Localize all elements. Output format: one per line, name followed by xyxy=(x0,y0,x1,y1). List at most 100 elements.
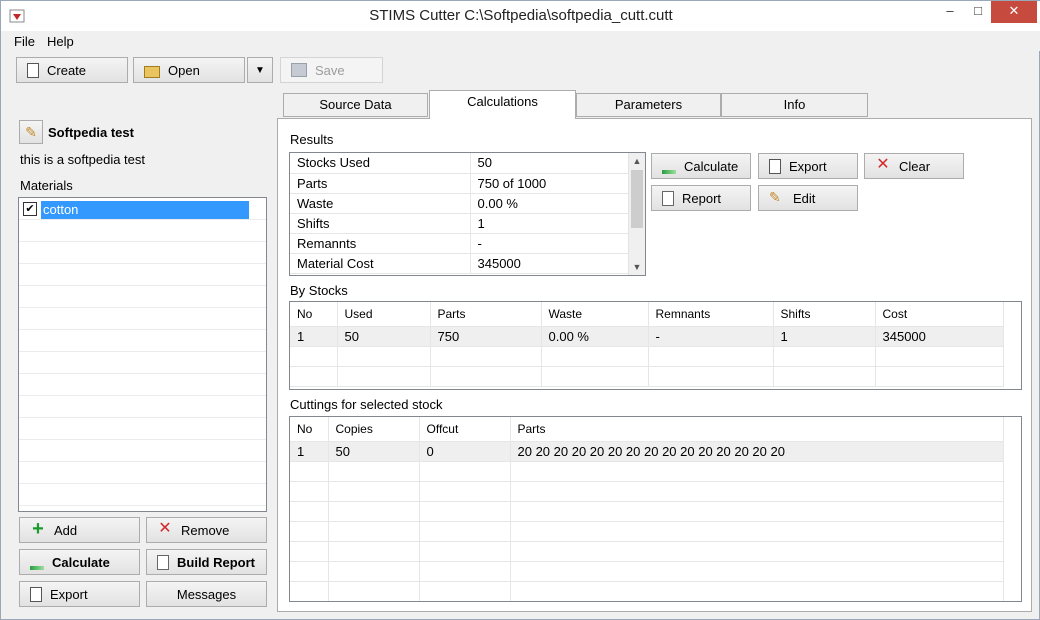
export-all-button[interactable]: Export xyxy=(19,581,140,607)
calculate-all-label: Calculate xyxy=(52,554,110,570)
column-header[interactable]: Waste xyxy=(541,302,649,327)
results-row: Stocks Used 50 xyxy=(290,153,630,174)
results-value: 1 xyxy=(470,213,630,234)
results-key: Stocks Used xyxy=(290,153,471,174)
menu-bar: File Help xyxy=(1,31,1040,51)
list-gridlines xyxy=(19,198,266,511)
export-icon xyxy=(30,586,42,602)
table-cell: 20 20 20 20 20 20 20 20 20 20 20 20 20 2… xyxy=(510,441,1004,462)
materials-list: ✔ cotton xyxy=(18,197,267,512)
results-value: - xyxy=(470,233,630,254)
column-header[interactable]: Copies xyxy=(328,417,420,442)
pencil-icon: ✎ xyxy=(769,189,781,205)
close-button[interactable]: ✕ xyxy=(991,1,1037,23)
calculations-panel: Results Stocks Used 50 Parts 750 of 1000 W… xyxy=(277,118,1032,612)
export-all-label: Export xyxy=(50,586,88,602)
table-row[interactable]: 1 50 750 0.00 % - 1 345000 xyxy=(290,326,1004,347)
pencil-icon: ✎ xyxy=(25,124,37,140)
results-grid[interactable]: Stocks Used 50 Parts 750 of 1000 Waste 0.00… xyxy=(289,152,646,276)
menu-file[interactable]: File xyxy=(14,34,35,49)
app-window: STIMS Cutter C:\Softpedia\softpedia_cutt… xyxy=(0,0,1040,620)
results-key: Parts xyxy=(290,173,471,194)
column-header[interactable]: No xyxy=(290,417,329,442)
report-icon xyxy=(662,190,674,206)
results-row: Shifts 1 xyxy=(290,213,630,234)
empty-row xyxy=(290,541,1004,562)
report-button[interactable]: Report xyxy=(651,185,751,211)
tab-parameters[interactable]: Parameters xyxy=(576,93,721,117)
title-bar: STIMS Cutter C:\Softpedia\softpedia_cutt… xyxy=(1,1,1040,31)
build-report-button[interactable]: Build Report xyxy=(146,549,267,575)
tab-source-data[interactable]: Source Data xyxy=(283,93,428,117)
column-header[interactable]: Cost xyxy=(875,302,1004,327)
save-button[interactable]: Save xyxy=(280,57,383,83)
open-label: Open xyxy=(168,62,200,78)
results-value: 50 xyxy=(470,153,630,174)
results-value: 750 of 1000 xyxy=(470,173,630,194)
empty-row xyxy=(290,561,1004,582)
remove-button[interactable]: ✕ Remove xyxy=(146,517,267,543)
menu-help[interactable]: Help xyxy=(47,34,74,49)
results-label: Results xyxy=(290,132,334,147)
material-item[interactable]: cotton xyxy=(41,201,249,219)
column-header[interactable]: Used xyxy=(337,302,431,327)
scroll-down-icon[interactable]: ▼ xyxy=(629,259,645,275)
export-label: Export xyxy=(789,158,827,174)
table-cell: 0.00 % xyxy=(541,326,649,347)
column-header[interactable]: No xyxy=(290,302,338,327)
column-header[interactable]: Parts xyxy=(510,417,1004,442)
create-button[interactable]: Create xyxy=(16,57,128,83)
calculate-all-button[interactable]: Calculate xyxy=(19,549,140,575)
messages-label: Messages xyxy=(176,586,237,602)
export-button[interactable]: Export xyxy=(758,153,858,179)
table-cell: 1 xyxy=(773,326,876,347)
column-header[interactable]: Offcut xyxy=(419,417,511,442)
scroll-up-icon[interactable]: ▲ xyxy=(629,153,645,169)
column-header[interactable]: Parts xyxy=(430,302,542,327)
add-button[interactable]: + Add xyxy=(19,517,140,543)
calculate-bar-icon xyxy=(30,566,44,570)
calculate-button[interactable]: Calculate xyxy=(651,153,751,179)
table-row[interactable]: 1 50 0 20 20 20 20 20 20 20 20 20 20 20 … xyxy=(290,441,1004,462)
column-header[interactable]: Shifts xyxy=(773,302,876,327)
chevron-down-icon: ▼ xyxy=(255,64,265,76)
messages-button[interactable]: Messages xyxy=(146,581,267,607)
maximize-button[interactable]: □ xyxy=(963,1,993,23)
table-cell: 50 xyxy=(328,441,420,462)
edit-project-button[interactable]: ✎ xyxy=(19,120,43,144)
empty-row xyxy=(290,581,1004,601)
save-label: Save xyxy=(315,62,345,78)
by-stocks-header: No Used Parts Waste Remnants Shifts Cost xyxy=(290,302,1004,327)
cuttings-grid[interactable]: No Copies Offcut Parts 1 50 0 20 20 20 2… xyxy=(289,416,1022,602)
empty-row xyxy=(290,501,1004,522)
results-row: Waste 0.00 % xyxy=(290,193,630,214)
minimize-button[interactable]: – xyxy=(935,1,965,23)
column-header[interactable]: Remnants xyxy=(648,302,774,327)
open-dropdown-button[interactable]: ▼ xyxy=(247,57,273,83)
save-disk-icon xyxy=(291,63,307,77)
results-scrollbar[interactable]: ▲ ▼ xyxy=(628,153,645,275)
material-checkbox[interactable]: ✔ xyxy=(23,202,37,216)
tab-calculations[interactable]: Calculations xyxy=(429,90,576,119)
cuttings-label: Cuttings for selected stock xyxy=(290,397,443,412)
empty-row xyxy=(290,461,1004,482)
create-label: Create xyxy=(47,62,87,78)
results-key: Waste xyxy=(290,193,471,214)
edit-button[interactable]: ✎ Edit xyxy=(758,185,858,211)
results-key: Material Cost xyxy=(290,253,471,274)
scroll-thumb[interactable] xyxy=(631,170,643,228)
clear-button[interactable]: ✕ Clear xyxy=(864,153,964,179)
by-stocks-grid[interactable]: No Used Parts Waste Remnants Shifts Cost… xyxy=(289,301,1022,390)
tab-info[interactable]: Info xyxy=(721,93,868,117)
build-report-label: Build Report xyxy=(177,554,255,570)
results-key: Remannts xyxy=(290,233,471,254)
project-name: Softpedia test xyxy=(48,125,134,140)
report-label: Report xyxy=(682,190,722,206)
calculate-label: Calculate xyxy=(684,158,739,174)
clear-x-icon: ✕ xyxy=(876,156,890,173)
calculate-bar-icon xyxy=(662,170,676,174)
project-description: this is a softpedia test xyxy=(20,152,146,167)
open-button[interactable]: Open xyxy=(133,57,245,83)
empty-row xyxy=(290,481,1004,502)
table-cell: 50 xyxy=(337,326,431,347)
